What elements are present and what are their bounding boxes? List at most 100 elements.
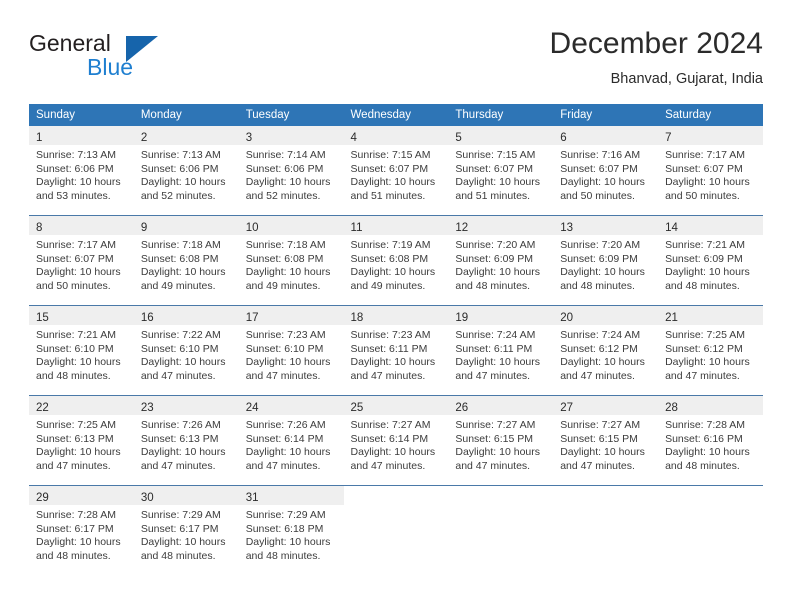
calendar-day-cell[interactable]: 26 Sunrise: 7:27 AM Sunset: 6:15 PM Dayligh… xyxy=(448,395,554,486)
generalblue-logo[interactable]: General Blue xyxy=(29,30,199,88)
day-number: 14 xyxy=(665,222,678,234)
calendar-day-cell[interactable]: 25 Sunrise: 7:27 AM Sunset: 6:14 PM Dayligh… xyxy=(343,395,449,486)
day-number-band: 21 xyxy=(658,306,763,325)
calendar-day-cell[interactable]: 24 Sunrise: 7:26 AM Sunset: 6:14 PM Dayligh… xyxy=(238,395,344,486)
calendar-day-cell[interactable]: 18 Sunrise: 7:23 AM Sunset: 6:11 PM Dayligh… xyxy=(343,305,449,396)
calendar-day-cell[interactable]: 16 Sunrise: 7:22 AM Sunset: 6:10 PM Dayligh… xyxy=(133,305,239,396)
sunrise-text: Sunrise: 7:18 AM xyxy=(140,239,221,251)
weekday-header-friday: Friday xyxy=(553,104,659,126)
day-sun-info: Sunrise: 7:21 AM Sunset: 6:09 PM Daylight:… xyxy=(658,235,763,293)
calendar-day-cell[interactable]: 19 Sunrise: 7:24 AM Sunset: 6:11 PM Dayligh… xyxy=(448,305,554,396)
sunset-text: Sunset: 6:10 PM xyxy=(245,342,324,355)
day-sun-info: Sunrise: 7:13 AM Sunset: 6:06 PM Daylight:… xyxy=(134,145,239,203)
day-number-band: 9 xyxy=(133,216,239,235)
daylight-text: Daylight: 10 hours and 47 minutes. xyxy=(140,356,226,382)
sunset-text: Sunset: 6:08 PM xyxy=(245,252,324,265)
calendar-day-cell[interactable]: 1 Sunrise: 7:13 AM Sunset: 6:06 PM Daylight… xyxy=(29,126,134,216)
daylight-text: Daylight: 10 hours and 50 minutes. xyxy=(665,176,750,202)
empty-cell xyxy=(553,486,658,575)
calendar-day-cell[interactable]: 21 Sunrise: 7:25 AM Sunset: 6:12 PM Dayligh… xyxy=(658,305,763,396)
day-number: 30 xyxy=(140,492,154,504)
sunrise-text: Sunrise: 7:15 AM xyxy=(455,149,536,161)
calendar-day-cell[interactable]: 7 Sunrise: 7:17 AM Sunset: 6:07 PM Daylight… xyxy=(658,126,763,216)
day-number: 5 xyxy=(455,132,462,144)
sunset-text: Sunset: 6:17 PM xyxy=(36,522,114,535)
calendar-day-cell[interactable]: 30 Sunrise: 7:29 AM Sunset: 6:17 PM Dayligh… xyxy=(133,485,239,575)
day-number: 8 xyxy=(36,222,43,234)
calendar-day-cell[interactable]: 9 Sunrise: 7:18 AM Sunset: 6:08 PM Daylight… xyxy=(133,215,239,306)
day-number-band: 26 xyxy=(448,396,554,415)
day-number-band: 13 xyxy=(553,216,659,235)
calendar-day-cell[interactable]: 14 Sunrise: 7:21 AM Sunset: 6:09 PM Dayligh… xyxy=(658,215,763,306)
calendar-day-cell[interactable]: 11 Sunrise: 7:19 AM Sunset: 6:08 PM Dayligh… xyxy=(343,215,449,306)
day-sun-info: Sunrise: 7:27 AM Sunset: 6:15 PM Daylight:… xyxy=(448,415,553,473)
location-subtitle: Bhanvad, Gujarat, India xyxy=(610,71,763,87)
day-number-band: 5 xyxy=(448,126,554,145)
sunset-text: Sunset: 6:07 PM xyxy=(36,252,114,265)
calendar-day-cell[interactable]: 3 Sunrise: 7:14 AM Sunset: 6:06 PM Daylight… xyxy=(238,126,344,216)
day-number: 18 xyxy=(350,312,364,324)
sunset-text: Sunset: 6:15 PM xyxy=(560,432,638,445)
day-number-band: 31 xyxy=(238,486,344,505)
calendar-day-cell[interactable]: 15 Sunrise: 7:21 AM Sunset: 6:10 PM Dayligh… xyxy=(29,305,134,396)
day-number-band: 8 xyxy=(29,216,134,235)
calendar-day-cell[interactable]: 28 Sunrise: 7:28 AM Sunset: 6:16 PM Dayligh… xyxy=(658,395,763,486)
calendar-day-cell[interactable]: 23 Sunrise: 7:26 AM Sunset: 6:13 PM Dayligh… xyxy=(133,395,239,486)
calendar-day-cell[interactable]: 5 Sunrise: 7:15 AM Sunset: 6:07 PM Daylight… xyxy=(448,126,554,216)
sunset-text: Sunset: 6:15 PM xyxy=(455,432,534,445)
calendar-day-cell[interactable]: 6 Sunrise: 7:16 AM Sunset: 6:07 PM Daylight… xyxy=(553,126,659,216)
sunrise-text: Sunrise: 7:15 AM xyxy=(350,149,431,161)
sunset-text: Sunset: 6:13 PM xyxy=(36,432,114,445)
day-sun-info: Sunrise: 7:29 AM Sunset: 6:17 PM Daylight:… xyxy=(134,505,239,563)
day-sun-info: Sunrise: 7:15 AM Sunset: 6:07 PM Daylight:… xyxy=(344,145,449,203)
calendar-day-cell[interactable]: 10 Sunrise: 7:18 AM Sunset: 6:08 PM Dayligh… xyxy=(238,215,344,306)
day-cell-content: 5 Sunrise: 7:15 AM Sunset: 6:07 PM Daylight… xyxy=(448,126,554,215)
day-number: 10 xyxy=(245,222,259,234)
daylight-text: Daylight: 10 hours and 51 minutes. xyxy=(350,176,436,202)
sunset-text: Sunset: 6:06 PM xyxy=(245,162,324,175)
day-cell-content: 17 Sunrise: 7:23 AM Sunset: 6:10 PM Dayligh… xyxy=(238,306,344,395)
sunrise-text: Sunrise: 7:26 AM xyxy=(245,419,326,431)
day-number-band: 6 xyxy=(553,126,659,145)
day-number: 23 xyxy=(140,402,154,414)
calendar-day-cell[interactable]: 2 Sunrise: 7:13 AM Sunset: 6:06 PM Daylight… xyxy=(133,126,239,216)
calendar-week-row: 1 Sunrise: 7:13 AM Sunset: 6:06 PM Daylight… xyxy=(29,126,763,216)
daylight-text: Daylight: 10 hours and 49 minutes. xyxy=(140,266,226,292)
calendar-day-cell[interactable]: 22 Sunrise: 7:25 AM Sunset: 6:13 PM Dayligh… xyxy=(29,395,134,486)
day-sun-info: Sunrise: 7:27 AM Sunset: 6:14 PM Daylight:… xyxy=(344,415,449,473)
calendar-day-cell[interactable]: 27 Sunrise: 7:27 AM Sunset: 6:15 PM Dayligh… xyxy=(553,395,659,486)
calendar-week-row: 22 Sunrise: 7:25 AM Sunset: 6:13 PM Dayligh… xyxy=(29,395,763,486)
daylight-text: Daylight: 10 hours and 47 minutes. xyxy=(350,356,436,382)
day-number: 16 xyxy=(140,312,154,324)
sunrise-text: Sunrise: 7:26 AM xyxy=(140,419,221,431)
day-number: 29 xyxy=(36,492,49,504)
calendar-day-cell[interactable]: 13 Sunrise: 7:20 AM Sunset: 6:09 PM Dayligh… xyxy=(553,215,659,306)
sunrise-text: Sunrise: 7:16 AM xyxy=(560,149,641,161)
page-header: General Blue December 2024 Bhanvad, Guja… xyxy=(29,26,763,96)
day-number-band: 12 xyxy=(448,216,554,235)
day-number: 12 xyxy=(455,222,469,234)
empty-cell xyxy=(344,486,449,575)
day-sun-info: Sunrise: 7:15 AM Sunset: 6:07 PM Daylight:… xyxy=(448,145,553,203)
calendar-day-cell[interactable]: 8 Sunrise: 7:17 AM Sunset: 6:07 PM Daylight… xyxy=(29,215,134,306)
day-number: 15 xyxy=(36,312,49,324)
day-sun-info: Sunrise: 7:17 AM Sunset: 6:07 PM Daylight:… xyxy=(29,235,134,293)
calendar-day-cell-empty xyxy=(658,485,763,575)
sunset-text: Sunset: 6:08 PM xyxy=(140,252,219,265)
sunrise-text: Sunrise: 7:17 AM xyxy=(665,149,746,161)
daylight-text: Daylight: 10 hours and 47 minutes. xyxy=(36,446,121,472)
sunset-text: Sunset: 6:09 PM xyxy=(665,252,743,265)
calendar-day-cell[interactable]: 12 Sunrise: 7:20 AM Sunset: 6:09 PM Dayligh… xyxy=(448,215,554,306)
day-number-band: 14 xyxy=(658,216,763,235)
sunrise-text: Sunrise: 7:13 AM xyxy=(140,149,221,161)
daylight-text: Daylight: 10 hours and 47 minutes. xyxy=(455,446,541,472)
day-sun-info: Sunrise: 7:28 AM Sunset: 6:16 PM Daylight:… xyxy=(658,415,763,473)
calendar-body: 1 Sunrise: 7:13 AM Sunset: 6:06 PM Daylight… xyxy=(29,126,763,575)
day-number-band: 10 xyxy=(238,216,344,235)
calendar-day-cell[interactable]: 20 Sunrise: 7:24 AM Sunset: 6:12 PM Dayligh… xyxy=(553,305,659,396)
calendar-day-cell[interactable]: 17 Sunrise: 7:23 AM Sunset: 6:10 PM Dayligh… xyxy=(238,305,344,396)
sunrise-text: Sunrise: 7:20 AM xyxy=(455,239,536,251)
calendar-day-cell[interactable]: 4 Sunrise: 7:15 AM Sunset: 6:07 PM Daylight… xyxy=(343,126,449,216)
calendar-day-cell[interactable]: 31 Sunrise: 7:29 AM Sunset: 6:18 PM Dayligh… xyxy=(238,485,344,575)
calendar-day-cell[interactable]: 29 Sunrise: 7:28 AM Sunset: 6:17 PM Dayligh… xyxy=(29,485,134,575)
